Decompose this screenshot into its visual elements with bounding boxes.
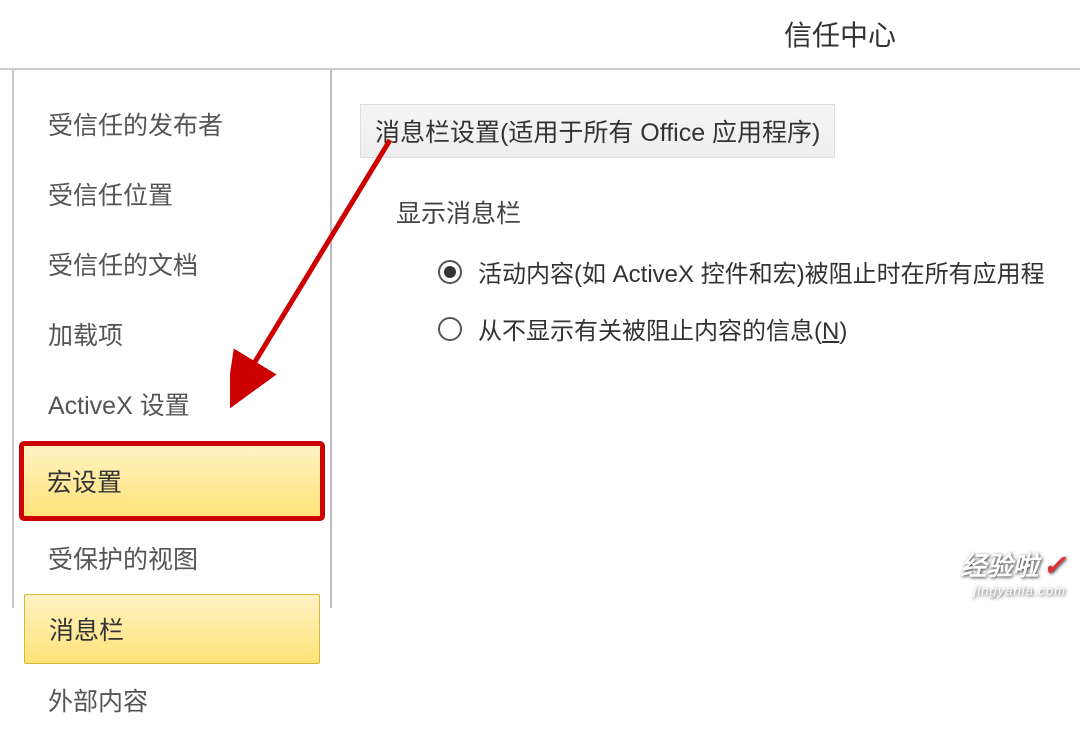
sidebar-item-label: 加载项 bbox=[48, 322, 123, 350]
sidebar-item-label: 消息栏 bbox=[49, 617, 124, 645]
watermark: 经验啦✓ jingyanla.com bbox=[961, 546, 1066, 598]
section-title: 消息栏设置(适用于所有 Office 应用程序) bbox=[360, 104, 835, 158]
sidebar-item-label: 受信任位置 bbox=[48, 182, 173, 210]
sidebar-item-trusted-documents[interactable]: 受信任的文档 bbox=[24, 230, 320, 298]
title-text: 信任中心 bbox=[784, 14, 896, 54]
sidebar-item-label: 受信任的文档 bbox=[48, 252, 198, 280]
sidebar-item-macro-settings[interactable]: 宏设置 bbox=[22, 444, 322, 518]
sidebar: 受信任的发布者 受信任位置 受信任的文档 加载项 ActiveX 设置 宏设置 … bbox=[12, 70, 332, 608]
sidebar-item-label: 宏设置 bbox=[47, 469, 122, 497]
radio-checked-icon bbox=[438, 260, 462, 284]
content-panel: 消息栏设置(适用于所有 Office 应用程序) 显示消息栏 活动内容(如 Ac… bbox=[332, 70, 1080, 608]
sidebar-item-activex-settings[interactable]: ActiveX 设置 bbox=[24, 370, 320, 438]
radio-option-show[interactable]: 活动内容(如 ActiveX 控件和宏)被阻止时在所有应用程 bbox=[438, 254, 1052, 289]
radio-label: 从不显示有关被阻止内容的信息(N) bbox=[478, 311, 847, 346]
sidebar-item-message-bar[interactable]: 消息栏 bbox=[24, 594, 320, 664]
radio-unchecked-icon bbox=[438, 317, 462, 341]
radio-option-never[interactable]: 从不显示有关被阻止内容的信息(N) bbox=[438, 311, 1052, 346]
sidebar-item-trusted-locations[interactable]: 受信任位置 bbox=[24, 160, 320, 228]
sidebar-item-label: ActiveX 设置 bbox=[48, 392, 190, 420]
sidebar-item-label: 受信任的发布者 bbox=[48, 112, 223, 140]
subsection-label: 显示消息栏 bbox=[396, 194, 1052, 230]
sidebar-item-addins[interactable]: 加载项 bbox=[24, 300, 320, 368]
sidebar-item-label: 外部内容 bbox=[48, 688, 148, 716]
sidebar-item-external-content[interactable]: 外部内容 bbox=[24, 666, 320, 734]
main-container: 受信任的发布者 受信任位置 受信任的文档 加载项 ActiveX 设置 宏设置 … bbox=[0, 70, 1080, 608]
radio-label: 活动内容(如 ActiveX 控件和宏)被阻止时在所有应用程 bbox=[478, 254, 1045, 289]
dialog-title: 信任中心 bbox=[0, 0, 1080, 70]
checkmark-icon: ✓ bbox=[1043, 550, 1066, 581]
sidebar-item-protected-view[interactable]: 受保护的视图 bbox=[24, 524, 320, 592]
sidebar-item-label: 受保护的视图 bbox=[48, 546, 198, 574]
sidebar-item-trusted-publishers[interactable]: 受信任的发布者 bbox=[24, 90, 320, 158]
